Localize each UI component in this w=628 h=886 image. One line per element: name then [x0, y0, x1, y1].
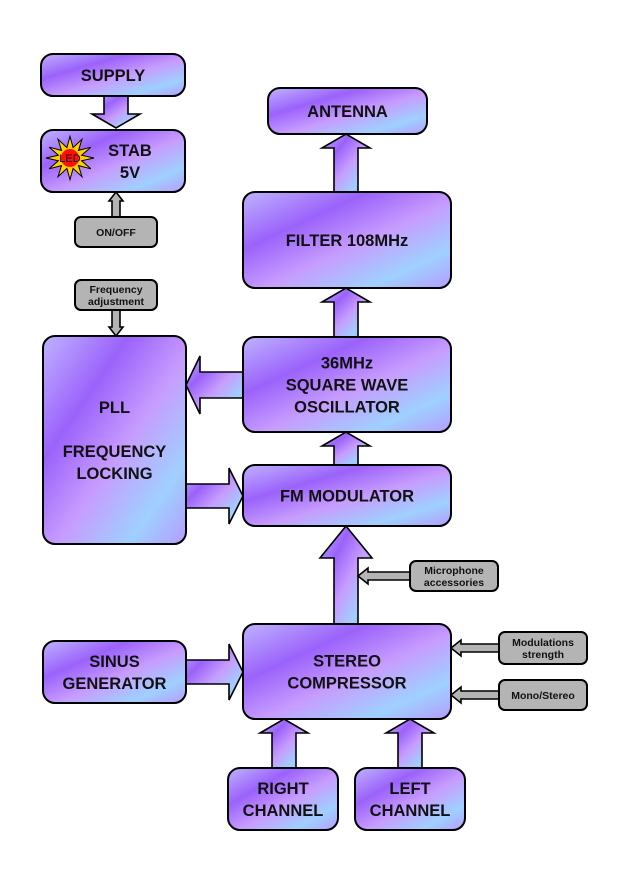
oscillator-block-label: SQUARE WAVE: [286, 377, 409, 395]
sinus-to-stereo-arrow: [185, 643, 244, 701]
onoff-control: ON/OFF: [74, 216, 158, 248]
right-channel-block-label: RIGHT: [257, 780, 308, 798]
modulation-strength-control-label: Modulations: [512, 637, 574, 649]
left-channel-block-shape: [354, 767, 466, 831]
fm-transmitter-block-diagram: SUPPLY STAB 5V LED ON/OFF Frequencyadjustment…: [40, 53, 588, 831]
sinus-generator-block-label: SINUS: [89, 653, 139, 671]
stab-block-label: STAB: [108, 142, 152, 160]
sinus-generator-block-label: GENERATOR: [63, 675, 167, 693]
stab-block: STAB 5V LED: [40, 129, 186, 193]
frequency-adjustment-control: Frequencyadjustment: [74, 279, 158, 311]
mono-stereo-control: Mono/Stereo: [498, 679, 588, 711]
pll-block-shape: [42, 335, 187, 545]
left-channel-block-label: LEFT: [389, 780, 430, 798]
sinus-generator-block-shape: [42, 640, 187, 704]
left-to-stereo-arrow: [383, 718, 437, 769]
antenna-block-label: ANTENNA: [307, 103, 388, 121]
onoff-to-stab-arrow: [107, 190, 125, 218]
microphone-accessories-control: Microphoneaccessories: [409, 560, 499, 592]
right-channel-block: RIGHT CHANNEL: [227, 767, 339, 831]
modstrength-to-stereo-arrow: [449, 638, 500, 658]
supply-block: SUPPLY: [40, 53, 186, 97]
pll-block-label: LOCKING: [76, 465, 152, 483]
pll-block-label: FREQUENCY: [63, 443, 167, 461]
sinus-generator-block: SINUS GENERATOR: [42, 640, 187, 704]
frequency-adjustment-control-label: adjustment: [88, 296, 145, 308]
monostereo-to-stereo-arrow: [449, 685, 500, 705]
filter-block: FILTER 108MHz: [242, 191, 452, 289]
oscillator-block-label: OSCILLATOR: [294, 399, 400, 417]
stereo-compressor-block-shape: [242, 623, 452, 720]
fm-modulator-block: FM MODULATOR: [242, 464, 452, 527]
modulation-strength-control: Modulationsstrength: [498, 631, 588, 665]
fm-to-osc-arrow: [319, 431, 373, 466]
right-to-stereo-arrow: [257, 718, 311, 769]
supply-to-stab-arrow: [89, 95, 143, 129]
microphone-accessories-control-label: Microphone: [424, 565, 484, 577]
stereo-compressor-block: STEREO COMPRESSOR: [242, 623, 452, 720]
microphone-accessories-control-label: accessories: [424, 577, 484, 589]
osc-to-pll-arrow: [185, 355, 244, 415]
freqadj-to-pll-arrow: [107, 309, 125, 338]
led-label: LED: [59, 153, 80, 165]
mic-to-stereo-path-arrow: [356, 566, 411, 586]
oscillator-block-label: 36MHz: [321, 355, 373, 373]
oscillator-block: 36MHz SQUARE WAVE OSCILLATOR: [242, 336, 452, 433]
pll-block-label: PLL: [99, 399, 130, 417]
right-channel-block-shape: [227, 767, 339, 831]
pll-block: PLL FREQUENCY LOCKING: [42, 335, 187, 545]
left-channel-block: LEFT CHANNEL: [354, 767, 466, 831]
left-channel-block-label: CHANNEL: [370, 802, 451, 820]
onoff-control-label: ON/OFF: [96, 227, 136, 239]
filter-to-antenna-arrow: [319, 133, 373, 193]
stab-block-label: 5V: [120, 164, 140, 182]
filter-block-label: FILTER 108MHz: [286, 232, 409, 250]
right-channel-block-label: CHANNEL: [243, 802, 324, 820]
antenna-block: ANTENNA: [267, 87, 428, 135]
pll-to-fm-arrow: [185, 467, 244, 525]
stereo-compressor-block-label: COMPRESSOR: [287, 675, 406, 693]
osc-to-filter-arrow: [319, 287, 373, 338]
frequency-adjustment-control-label: Frequency: [89, 284, 142, 296]
mono-stereo-control-label: Mono/Stereo: [511, 690, 575, 702]
supply-block-label: SUPPLY: [81, 67, 146, 85]
modulation-strength-control-label: strength: [522, 649, 564, 661]
stereo-compressor-block-label: STEREO: [313, 653, 381, 671]
fm-modulator-block-label: FM MODULATOR: [280, 488, 414, 506]
